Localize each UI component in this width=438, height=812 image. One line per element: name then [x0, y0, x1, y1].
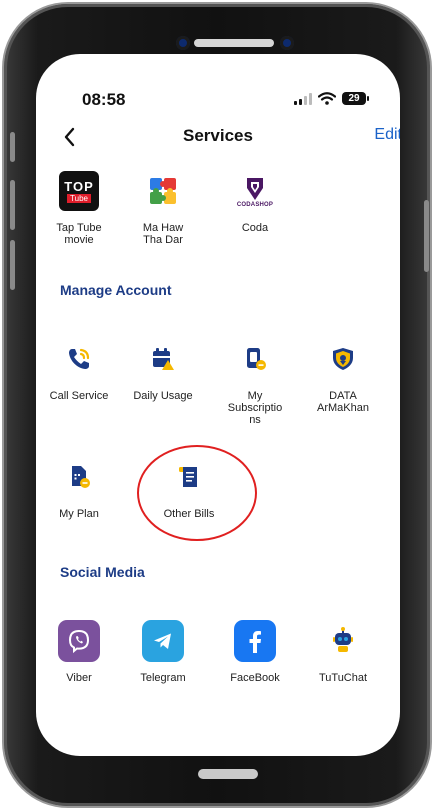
viber-icon	[56, 618, 102, 664]
sensor-icon	[280, 36, 294, 50]
shield-icon	[320, 336, 366, 382]
puzzle-icon	[140, 168, 186, 214]
service-viber[interactable]: Viber	[36, 618, 122, 684]
service-label: My Subscriptio ns	[212, 390, 298, 426]
service-tap-tube[interactable]: TOP Tube Tap Tube movie	[36, 168, 122, 246]
service-label: TuTuChat	[318, 672, 368, 684]
service-data-armakhan[interactable]: DATA ArMaKhan	[300, 336, 386, 414]
calendar-icon	[140, 336, 186, 382]
mute-switch	[10, 132, 15, 162]
edit-button[interactable]: Edit	[374, 126, 400, 144]
page-title: Services	[183, 126, 253, 145]
battery-icon: 29	[342, 92, 369, 105]
service-my-subscriptions[interactable]: My Subscriptio ns	[212, 336, 298, 426]
home-indicator	[198, 769, 258, 779]
service-ma-haw-tha-dar[interactable]: Ma Haw Tha Dar	[120, 168, 206, 246]
telegram-icon	[140, 618, 186, 664]
status-bar: 08:58 29	[36, 88, 400, 112]
service-my-plan[interactable]: My Plan	[36, 454, 122, 520]
facebook-icon	[232, 618, 278, 664]
service-facebook[interactable]: FaceBook	[212, 618, 298, 684]
robot-icon	[320, 618, 366, 664]
camera-icon	[176, 36, 190, 50]
service-label: DATA ArMaKhan	[300, 390, 386, 414]
service-label: Telegram	[140, 672, 186, 684]
label-line-1: DATA	[329, 390, 357, 402]
service-label: FaceBook	[230, 672, 280, 684]
codashop-logo-text: CODASHOP	[236, 202, 274, 208]
service-label: My Plan	[59, 508, 99, 520]
front-camera-area	[162, 36, 298, 50]
service-label: Viber	[66, 672, 92, 684]
phone-screen: 08:58 29 Services Edit TOP Tube Tap Tube…	[36, 54, 400, 756]
label-line-1: Tap Tube	[56, 222, 102, 234]
service-label: Coda	[241, 222, 269, 234]
tap-tube-logo-bottom: Tube	[67, 193, 91, 203]
service-telegram[interactable]: Telegram	[120, 618, 206, 684]
codashop-logo-icon: CODASHOP	[232, 168, 278, 214]
subscription-device-icon	[232, 336, 278, 382]
nav-header: Services Edit	[36, 124, 400, 154]
cellular-signal-icon	[294, 92, 312, 105]
tap-tube-logo-icon: TOP Tube	[56, 168, 102, 214]
section-title-manage-account: Manage Account	[60, 282, 172, 298]
service-tutuchat[interactable]: TuTuChat	[300, 618, 386, 684]
wifi-icon	[318, 92, 336, 105]
section-title-social-media: Social Media	[60, 564, 145, 580]
label-line-1: My	[247, 390, 263, 402]
service-label: Ma Haw Tha Dar	[120, 222, 206, 246]
service-label: Tap Tube movie	[36, 222, 122, 246]
status-time: 08:58	[82, 90, 126, 109]
status-icons: 29	[294, 92, 369, 105]
phone-call-icon	[56, 336, 102, 382]
service-daily-usage[interactable]: Daily Usage	[120, 336, 206, 402]
service-other-bills[interactable]: Other Bills	[146, 454, 232, 520]
label-line-2: movie	[64, 234, 94, 246]
label-line-2: Subscriptio	[227, 402, 283, 414]
bill-document-icon	[166, 454, 212, 500]
label-line-1: Ma Haw	[142, 222, 184, 234]
label-line-2: Tha Dar	[143, 234, 183, 246]
speaker-grille	[194, 39, 274, 47]
label-line-3: ns	[249, 414, 261, 426]
service-coda[interactable]: CODASHOP Coda	[212, 168, 298, 234]
service-label: Call Service	[49, 390, 109, 402]
service-label: Daily Usage	[133, 390, 193, 402]
tap-tube-logo-top: TOP	[64, 178, 94, 194]
label-line-2: ArMaKhan	[317, 402, 369, 414]
service-call-service[interactable]: Call Service	[36, 336, 122, 402]
service-label: Other Bills	[163, 508, 215, 520]
power-button	[424, 200, 429, 272]
volume-down-button	[10, 240, 15, 290]
sim-card-icon	[56, 454, 102, 500]
volume-up-button	[10, 180, 15, 230]
